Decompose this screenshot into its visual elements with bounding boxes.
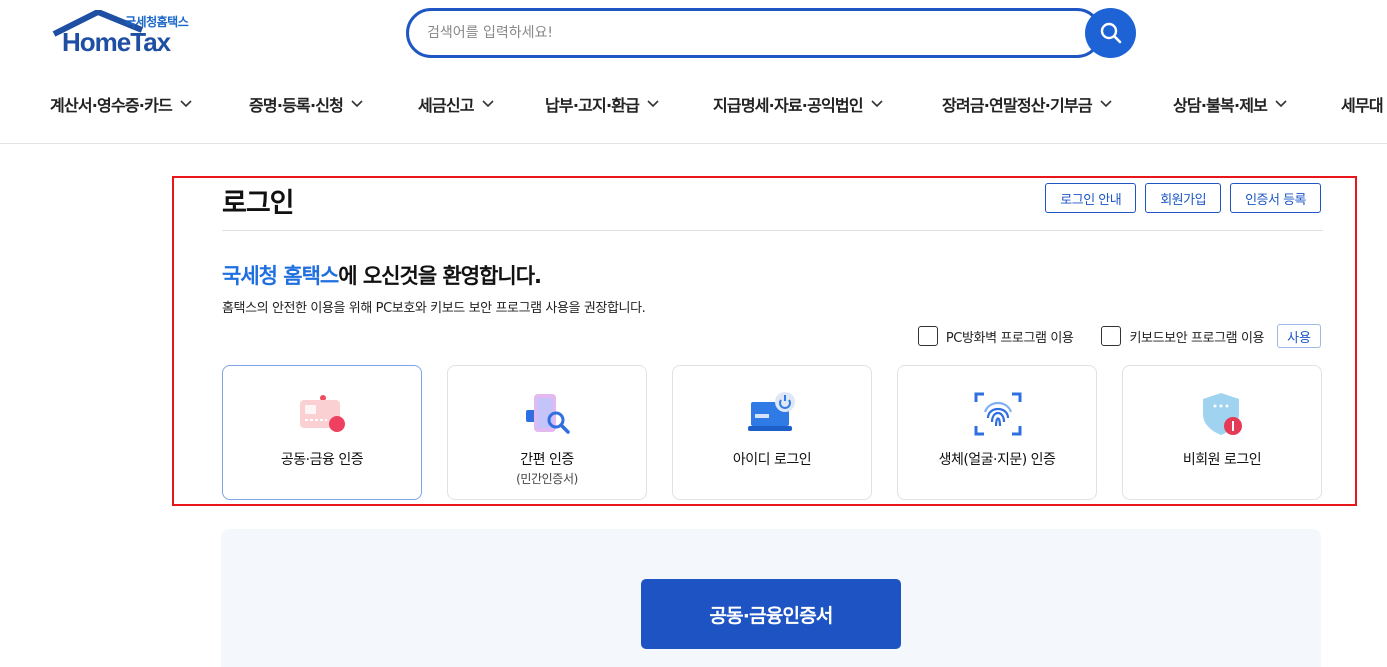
nav-item-statements[interactable]: 지급명세·자료·공익법인: [713, 92, 883, 116]
logo-title: HomeTax: [62, 27, 171, 57]
page-title: 로그인: [222, 188, 295, 219]
keyboard-security-label: 키보드보안 프로그램 이용: [1129, 330, 1265, 346]
cert-card-icon: [300, 395, 345, 432]
nav-label: 계산서·영수증·카드: [50, 96, 173, 115]
checkbox-box[interactable]: [1101, 326, 1122, 346]
nav-item-tax-agent[interactable]: 세무대: [1341, 92, 1384, 116]
welcome-highlight: 국세청 홈택스: [222, 264, 339, 288]
nav-label: 납부·고지·환급: [545, 96, 640, 115]
nav-label: 세금신고: [418, 96, 474, 115]
joint-cert-login-button[interactable]: 공동·금융인증서: [641, 579, 901, 649]
method-label: 공동·금융 인증: [280, 452, 364, 468]
chevron-down-icon: [871, 100, 883, 108]
keyboard-security-checkbox[interactable]: 키보드보안 프로그램 이용: [1101, 326, 1264, 346]
chevron-down-icon: [351, 100, 363, 108]
join-button[interactable]: 회원가입: [1145, 183, 1222, 213]
login-panel: 로그인 로그인 안내 회원가입 인증서 등록 국세청 홈택스에 오신것을 환영합…: [172, 176, 1357, 506]
main-navigation: 계산서·영수증·카드 증명·등록·신청 세금신고 납부·고지·환급 지급명세·자…: [0, 80, 1387, 124]
nav-label: 장려금·연말정산·기부금: [942, 96, 1093, 115]
search-icon: [1100, 22, 1121, 44]
hometax-logo[interactable]: 국세청홈택스 HomeTax: [50, 10, 210, 60]
login-method-guest[interactable]: 비회원 로그인: [1122, 365, 1322, 500]
title-divider: [222, 230, 1323, 231]
chevron-down-icon: [1275, 100, 1287, 108]
chevron-down-icon: [180, 100, 192, 108]
firewall-checkbox[interactable]: PC방화벽 프로그램 이용: [917, 326, 1074, 346]
laptop-power-icon: [748, 392, 795, 431]
nav-item-payment[interactable]: 납부·고지·환급: [545, 92, 659, 116]
method-label: 아이디 로그인: [732, 452, 812, 468]
method-label: 간편 인증: [520, 452, 574, 468]
header-divider: [0, 143, 1387, 144]
security-notice: 홈택스의 안전한 이용을 위해 PC보호와 키보드 보안 프로그램 사용을 권장…: [222, 301, 646, 316]
welcome-text: 에 오신것을 환영합니다.: [338, 264, 542, 288]
security-options: PC방화벽 프로그램 이용 키보드보안 프로그램 이용 사용: [890, 324, 1321, 348]
cert-register-button[interactable]: 인증서 등록: [1230, 183, 1321, 213]
login-top-buttons: 로그인 안내 회원가입 인증서 등록: [1045, 183, 1321, 213]
method-sublabel: (민간인증서): [516, 472, 578, 486]
login-guide-button[interactable]: 로그인 안내: [1045, 183, 1137, 213]
method-label: 비회원 로그인: [1182, 452, 1262, 468]
login-method-id-login[interactable]: 아이디 로그인: [672, 365, 872, 500]
phone-search-icon: [526, 394, 570, 434]
use-button[interactable]: 사용: [1277, 324, 1321, 348]
chevron-down-icon: [482, 100, 494, 108]
shield-icon: [1203, 393, 1242, 435]
firewall-label: PC방화벽 프로그램 이용: [945, 330, 1074, 346]
checkbox-box[interactable]: [917, 326, 938, 346]
login-method-biometric[interactable]: 생체(얼굴·지문) 인증: [897, 365, 1097, 500]
chevron-down-icon: [1100, 100, 1112, 108]
nav-label: 지급명세·자료·공익법인: [713, 96, 864, 115]
welcome-heading: 국세청 홈택스에 오신것을 환영합니다.: [222, 260, 542, 290]
nav-item-incentive[interactable]: 장려금·연말정산·기부금: [942, 92, 1112, 116]
login-method-simple-auth[interactable]: 간편 인증 (민간인증서): [447, 365, 647, 500]
method-label: 생체(얼굴·지문) 인증: [938, 452, 1056, 468]
login-methods: 공동·금융 인증 간편 인증 (민간인증서) 아이디 로그인 생체(얼굴·지문)…: [222, 365, 1322, 500]
nav-item-invoice[interactable]: 계산서·영수증·카드: [50, 92, 192, 116]
nav-item-tax-return[interactable]: 세금신고: [418, 92, 494, 116]
nav-item-consult[interactable]: 상담·불복·제보: [1173, 92, 1287, 116]
login-method-joint-cert[interactable]: 공동·금융 인증: [222, 365, 422, 500]
search-box: [406, 8, 1102, 58]
nav-label: 상담·불복·제보: [1173, 96, 1268, 115]
search-input[interactable]: [427, 22, 1027, 44]
nav-label: 세무대: [1341, 96, 1384, 115]
fingerprint-icon: [974, 392, 1022, 436]
nav-item-certificate[interactable]: 증명·등록·신청: [249, 92, 363, 116]
nav-label: 증명·등록·신청: [249, 96, 344, 115]
chevron-down-icon: [647, 100, 659, 108]
search-button[interactable]: [1085, 8, 1136, 58]
